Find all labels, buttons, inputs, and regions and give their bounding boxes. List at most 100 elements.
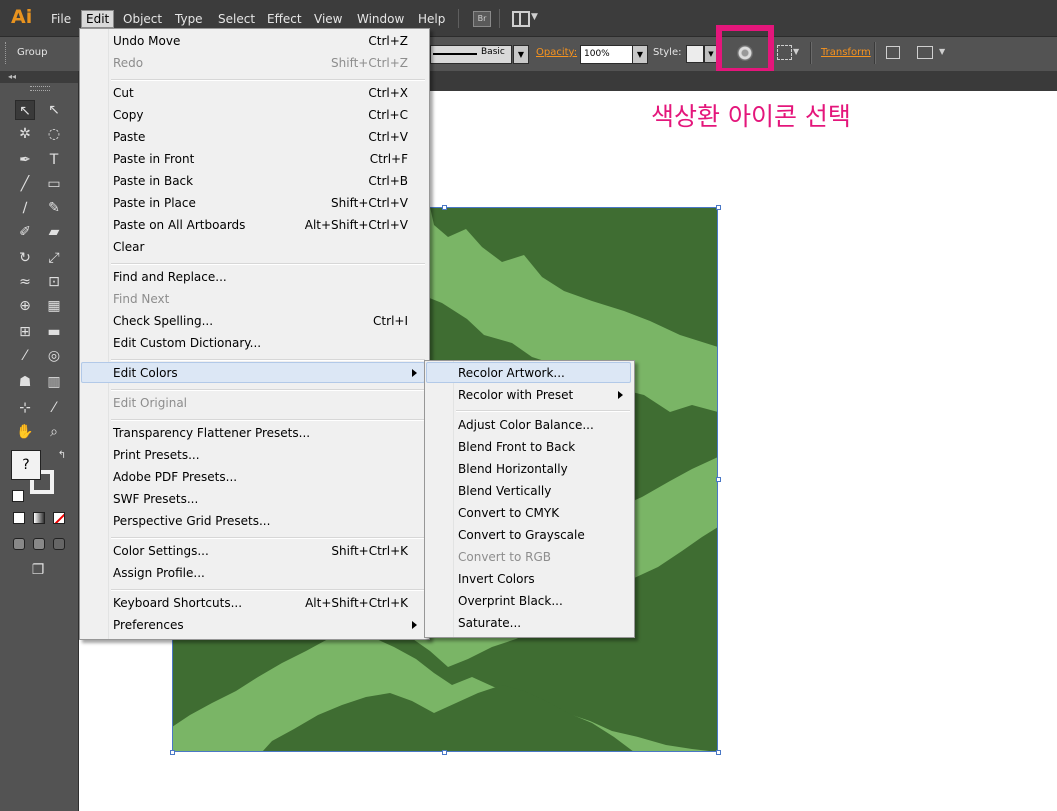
- opacity-link[interactable]: Opacity:: [536, 47, 577, 58]
- scale-tool-icon[interactable]: ⤢: [44, 248, 64, 268]
- transform-link[interactable]: Transform: [821, 47, 871, 58]
- symbol-sprayer-tool-icon[interactable]: ☗: [15, 372, 35, 392]
- workspace-layout-icon[interactable]: [512, 11, 530, 27]
- bbox-handle[interactable]: [442, 205, 447, 210]
- gradient-mode-icon[interactable]: [33, 512, 45, 524]
- menu-item-overprint-black[interactable]: Overprint Black...: [458, 590, 618, 612]
- chevron-down-icon[interactable]: ▼: [793, 47, 799, 56]
- graphic-style-swatch[interactable]: [686, 45, 704, 63]
- menu-effect[interactable]: Effect: [263, 11, 306, 27]
- bridge-button[interactable]: Br: [473, 11, 491, 27]
- menu-item-keyboard-shortcuts[interactable]: Keyboard Shortcuts... Alt+Shift+Ctrl+K: [113, 592, 408, 614]
- menu-item-paste-in-back[interactable]: Paste in Back Ctrl+B: [113, 170, 408, 192]
- color-mode-icon[interactable]: [13, 512, 25, 524]
- bbox-handle[interactable]: [716, 477, 721, 482]
- menu-item-convert-to-grayscale[interactable]: Convert to Grayscale: [458, 524, 618, 546]
- menu-item-blend-front-to-back[interactable]: Blend Front to Back: [458, 436, 618, 458]
- type-tool-icon[interactable]: T: [44, 150, 64, 170]
- chevron-down-icon[interactable]: ▼: [531, 12, 538, 22]
- menu-item-recolor-with-preset[interactable]: Recolor with Preset: [458, 384, 618, 406]
- pen-tool-icon[interactable]: ✒: [15, 150, 35, 170]
- eyedropper-tool-icon[interactable]: ⁄: [15, 346, 35, 366]
- menu-item-adjust-color-balance[interactable]: Adjust Color Balance...: [458, 414, 618, 436]
- magic-wand-tool-icon[interactable]: ✲: [15, 124, 35, 144]
- blob-brush-tool-icon[interactable]: ✐: [15, 222, 35, 242]
- column-graph-tool-icon[interactable]: ▥: [44, 372, 64, 392]
- free-transform-tool-icon[interactable]: ⊡: [44, 272, 64, 292]
- menu-item-blend-vertically[interactable]: Blend Vertically: [458, 480, 618, 502]
- tools-panel-collapse[interactable]: ◂◂: [0, 71, 78, 83]
- menu-item-blend-horizontally[interactable]: Blend Horizontally: [458, 458, 618, 480]
- menu-item-edit-colors[interactable]: Edit Colors: [113, 362, 408, 384]
- draw-inside-icon[interactable]: [53, 538, 65, 550]
- screen-mode-icon[interactable]: ❐: [28, 560, 48, 580]
- menu-type[interactable]: Type: [171, 11, 207, 27]
- paintbrush-tool-icon[interactable]: ∕: [15, 198, 35, 218]
- selection-tool-icon[interactable]: ↖: [15, 100, 35, 120]
- menu-item-assign-profile[interactable]: Assign Profile...: [113, 562, 408, 584]
- bbox-handle[interactable]: [716, 750, 721, 755]
- default-colors-icon[interactable]: [12, 490, 24, 502]
- chevron-down-icon[interactable]: ▼: [513, 45, 529, 64]
- menu-item-print-presets[interactable]: Print Presets...: [113, 444, 408, 466]
- menu-item-clear[interactable]: Clear: [113, 236, 408, 258]
- gradient-tool-icon[interactable]: ▬: [44, 322, 64, 342]
- menu-item-color-settings[interactable]: Color Settings... Shift+Ctrl+K: [113, 540, 408, 562]
- width-tool-icon[interactable]: ≈: [15, 272, 35, 292]
- mesh-tool-icon[interactable]: ⊞: [15, 322, 35, 342]
- bbox-handle[interactable]: [716, 205, 721, 210]
- swap-colors-icon[interactable]: ↰: [52, 446, 72, 466]
- panel-grip[interactable]: [30, 86, 50, 91]
- menu-item-recolor-artwork[interactable]: Recolor Artwork...: [458, 362, 618, 384]
- none-mode-icon[interactable]: [53, 512, 65, 524]
- fill-color-swatch[interactable]: ?: [11, 450, 41, 480]
- align-icon[interactable]: [886, 46, 900, 59]
- panel-grip[interactable]: [5, 42, 9, 64]
- menu-item-swf-presets[interactable]: SWF Presets...: [113, 488, 408, 510]
- menu-object[interactable]: Object: [119, 11, 166, 27]
- menu-item-perspective-grid-presets[interactable]: Perspective Grid Presets...: [113, 510, 408, 532]
- pencil-tool-icon[interactable]: ✎: [44, 198, 64, 218]
- menu-item-invert-colors[interactable]: Invert Colors: [458, 568, 618, 590]
- rectangle-tool-icon[interactable]: ▭: [44, 174, 64, 194]
- zoom-tool-icon[interactable]: ⌕: [44, 422, 64, 442]
- blend-tool-icon[interactable]: ◎: [44, 346, 64, 366]
- direct-selection-tool-icon[interactable]: ↖: [44, 100, 64, 120]
- opacity-field[interactable]: 100%: [580, 45, 635, 64]
- menu-item-cut[interactable]: Cut Ctrl+X: [113, 82, 408, 104]
- draw-behind-icon[interactable]: [33, 538, 45, 550]
- menu-item-convert-to-cmyk[interactable]: Convert to CMYK: [458, 502, 618, 524]
- bbox-handle[interactable]: [170, 750, 175, 755]
- menu-file[interactable]: File: [47, 11, 75, 27]
- menu-item-saturate[interactable]: Saturate...: [458, 612, 618, 634]
- panel-options-icon[interactable]: [917, 46, 933, 59]
- menu-select[interactable]: Select: [214, 11, 259, 27]
- lasso-tool-icon[interactable]: ◌: [44, 124, 64, 144]
- menu-item-paste[interactable]: Paste Ctrl+V: [113, 126, 408, 148]
- menu-item-paste-on-all-artboards[interactable]: Paste on All Artboards Alt+Shift+Ctrl+V: [113, 214, 408, 236]
- menu-item-adobe-pdf-presets[interactable]: Adobe PDF Presets...: [113, 466, 408, 488]
- draw-normal-icon[interactable]: [13, 538, 25, 550]
- bbox-handle[interactable]: [442, 750, 447, 755]
- menu-item-copy[interactable]: Copy Ctrl+C: [113, 104, 408, 126]
- menu-edit[interactable]: Edit: [81, 10, 115, 28]
- menu-item-paste-in-place[interactable]: Paste in Place Shift+Ctrl+V: [113, 192, 408, 214]
- menu-item-find-and-replace[interactable]: Find and Replace...: [113, 266, 408, 288]
- line-tool-icon[interactable]: ╱: [15, 174, 35, 194]
- menu-view[interactable]: View: [310, 11, 346, 27]
- menu-item-check-spelling[interactable]: Check Spelling... Ctrl+I: [113, 310, 408, 332]
- chevron-down-icon[interactable]: ▼: [632, 45, 648, 64]
- slice-tool-icon[interactable]: ⁄: [44, 398, 64, 418]
- menu-item-transparency-flattener-presets[interactable]: Transparency Flattener Presets...: [113, 422, 408, 444]
- shape-builder-tool-icon[interactable]: ⊕: [15, 296, 35, 316]
- eraser-tool-icon[interactable]: ▰: [44, 222, 64, 242]
- hand-tool-icon[interactable]: ✋: [15, 422, 35, 442]
- rotate-tool-icon[interactable]: ↻: [15, 248, 35, 268]
- perspective-grid-tool-icon[interactable]: ▦: [44, 296, 64, 316]
- isolate-group-icon[interactable]: [777, 45, 792, 60]
- menu-item-edit-custom-dictionary[interactable]: Edit Custom Dictionary...: [113, 332, 408, 354]
- menu-item-paste-in-front[interactable]: Paste in Front Ctrl+F: [113, 148, 408, 170]
- artboard-tool-icon[interactable]: ⊹: [15, 398, 35, 418]
- menu-item-preferences[interactable]: Preferences: [113, 614, 408, 636]
- menu-window[interactable]: Window: [353, 11, 408, 27]
